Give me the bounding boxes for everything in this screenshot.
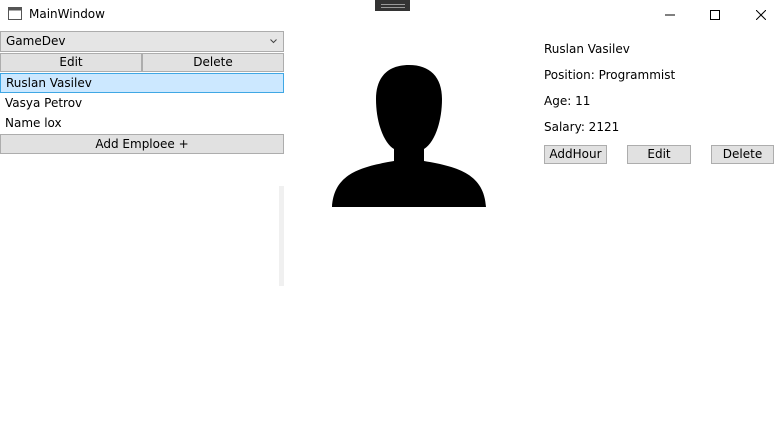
chevron-down-icon xyxy=(270,39,277,44)
maximize-button[interactable] xyxy=(692,0,738,29)
edit-employee-button[interactable]: Edit xyxy=(627,145,691,164)
add-hour-button[interactable]: AddHour xyxy=(544,145,607,164)
minimize-button[interactable] xyxy=(647,0,693,29)
edit-department-button[interactable]: Edit xyxy=(0,53,142,72)
employee-name: Ruslan Vasilev xyxy=(544,42,630,56)
window-icon xyxy=(8,7,22,20)
add-employee-button[interactable]: Add Emploee + xyxy=(0,134,284,154)
employee-salary: Salary: 2121 xyxy=(544,120,620,134)
delete-employee-button[interactable]: Delete xyxy=(711,145,774,164)
list-item[interactable]: Vasya Petrov xyxy=(0,94,284,114)
employee-age: Age: 11 xyxy=(544,94,591,108)
person-silhouette-icon xyxy=(332,65,486,207)
scrollbar[interactable] xyxy=(279,186,284,286)
department-selected: GameDev xyxy=(6,34,66,48)
window-title: MainWindow xyxy=(29,7,105,21)
close-button[interactable] xyxy=(738,0,784,29)
close-icon xyxy=(756,9,766,20)
list-item[interactable]: Ruslan Vasilev xyxy=(0,73,284,93)
employee-position: Position: Programmist xyxy=(544,68,676,82)
maximize-icon xyxy=(710,9,720,20)
minimize-icon xyxy=(665,14,675,15)
drag-handle[interactable] xyxy=(375,0,410,11)
list-item[interactable]: Name lox xyxy=(0,114,284,134)
delete-department-button[interactable]: Delete xyxy=(142,53,284,72)
department-combobox[interactable]: GameDev xyxy=(0,31,284,52)
